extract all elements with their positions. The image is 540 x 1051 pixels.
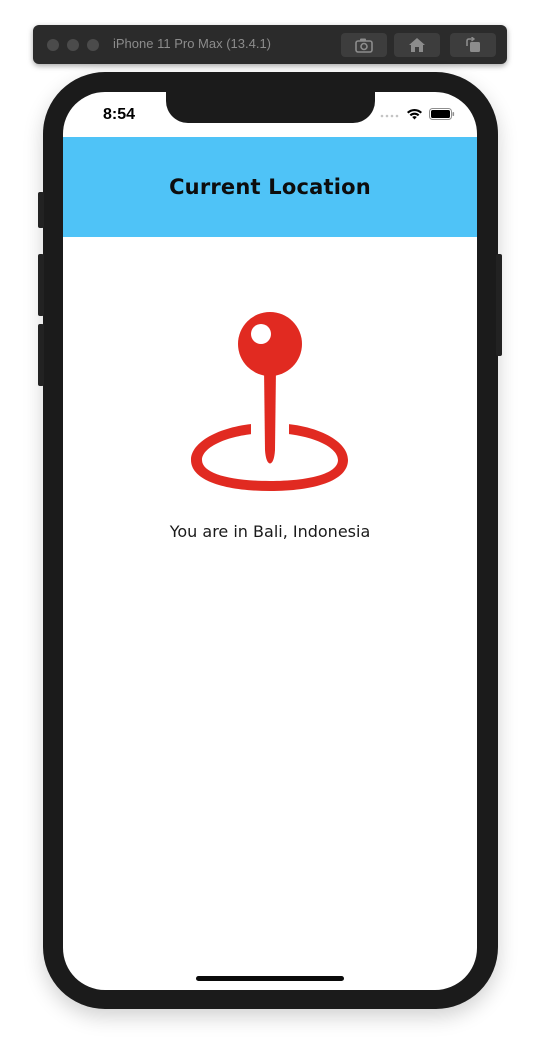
- notch: [166, 92, 375, 123]
- home-button[interactable]: [394, 33, 440, 57]
- phone-screen: 8:54 Current Location You are in Bali, I…: [63, 92, 477, 990]
- power-button: [496, 254, 502, 356]
- volume-down-button: [38, 324, 44, 386]
- page-title: Current Location: [169, 175, 371, 199]
- signal-icon: [380, 114, 399, 118]
- status-indicators: [380, 108, 455, 120]
- volume-up-button: [38, 254, 44, 316]
- silent-switch: [38, 192, 44, 228]
- zoom-window-button[interactable]: [87, 39, 99, 51]
- home-icon: [409, 38, 425, 52]
- simulator-title-bar: iPhone 11 Pro Max (13.4.1): [33, 25, 507, 64]
- home-indicator[interactable]: [196, 976, 344, 981]
- location-text: You are in Bali, Indonesia: [169, 522, 371, 541]
- location-pin-icon: [191, 312, 348, 491]
- battery-icon: [429, 108, 455, 120]
- rotate-button[interactable]: [450, 33, 496, 57]
- status-time: 8:54: [103, 106, 136, 123]
- screenshot-button[interactable]: [341, 33, 387, 57]
- screenshot-icon: [355, 38, 373, 53]
- rotate-icon: [466, 37, 480, 52]
- wifi-icon: [407, 108, 422, 120]
- minimize-window-button[interactable]: [67, 39, 79, 51]
- close-window-button[interactable]: [47, 39, 59, 51]
- navigation-bar: Current Location: [63, 137, 477, 237]
- simulator-title: iPhone 11 Pro Max (13.4.1): [113, 36, 272, 51]
